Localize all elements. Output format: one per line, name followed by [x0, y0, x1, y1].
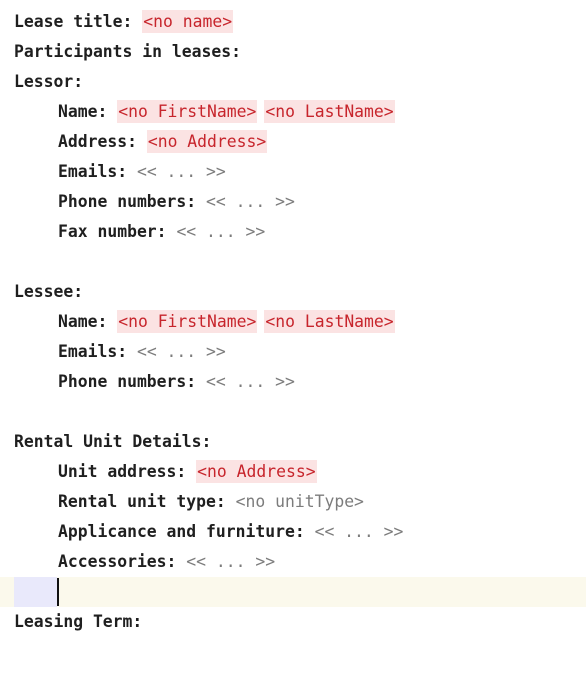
lessor-name-line: Name: <no FirstName> <no LastName> — [0, 97, 586, 127]
leasing-term-heading: Leasing Term: — [14, 612, 143, 631]
lease-editor[interactable]: Lease title: <no name> Participants in l… — [0, 7, 586, 637]
unit-type-line: Rental unit type: <no unitType> — [0, 487, 586, 517]
lessor-address-value[interactable]: <no Address> — [146, 130, 268, 153]
lessor-address-label: Address: — [58, 132, 137, 151]
participants-line: Participants in leases: — [0, 37, 586, 67]
lease-title-value[interactable]: <no name> — [142, 10, 234, 33]
lessor-fax-line: Fax number: << ... >> — [0, 217, 586, 247]
current-edit-line[interactable] — [0, 577, 586, 607]
lessee-emails-line: Emails: << ... >> — [0, 337, 586, 367]
leasing-term-heading-line: Leasing Term: — [0, 607, 586, 637]
lessee-name-label: Name: — [58, 312, 108, 331]
lease-title-label: Lease title: — [14, 12, 133, 31]
lessor-fax-label: Fax number: — [58, 222, 167, 241]
lessor-address-line: Address: <no Address> — [0, 127, 586, 157]
lessee-phones-label: Phone numbers: — [58, 372, 197, 391]
rental-unit-heading-line: Rental Unit Details: — [0, 427, 586, 457]
lessee-last-name-value[interactable]: <no LastName> — [264, 310, 395, 333]
accessories-line: Accessories: << ... >> — [0, 547, 586, 577]
accessories-label: Accessories: — [58, 552, 177, 571]
unit-address-value[interactable]: <no Address> — [196, 460, 317, 483]
lessor-last-name-value[interactable]: <no LastName> — [264, 100, 395, 123]
lessee-emails-value[interactable]: << ... >> — [137, 342, 226, 361]
lessor-emails-line: Emails: << ... >> — [0, 157, 586, 187]
lessee-phones-line: Phone numbers: << ... >> — [0, 367, 586, 397]
lessor-first-name-value[interactable]: <no FirstName> — [117, 100, 258, 123]
appliances-label: Applicance and furniture: — [58, 522, 305, 541]
appliances-value[interactable]: << ... >> — [315, 522, 404, 541]
accessories-value[interactable]: << ... >> — [186, 552, 275, 571]
lessor-heading: Lessor: — [14, 72, 84, 91]
rental-unit-heading: Rental Unit Details: — [14, 432, 212, 451]
lessee-heading-line: Lessee: — [0, 277, 586, 307]
unit-type-label: Rental unit type: — [58, 492, 226, 511]
lessor-emails-label: Emails: — [58, 162, 128, 181]
lessor-name-label: Name: — [58, 102, 108, 121]
text-caret — [57, 578, 59, 606]
lessee-first-name-value[interactable]: <no FirstName> — [117, 310, 258, 333]
lessor-phones-line: Phone numbers: << ... >> — [0, 187, 586, 217]
lessor-heading-line: Lessor: — [0, 67, 586, 97]
unit-address-label: Unit address: — [58, 462, 187, 481]
lessor-emails-value[interactable]: << ... >> — [137, 162, 226, 181]
lessor-phones-label: Phone numbers: — [58, 192, 197, 211]
lessor-fax-value[interactable]: << ... >> — [176, 222, 265, 241]
current-line-indent-marker — [14, 577, 57, 607]
lessee-emails-label: Emails: — [58, 342, 128, 361]
unit-type-value[interactable]: <no unitType> — [236, 492, 364, 511]
appliances-line: Applicance and furniture: << ... >> — [0, 517, 586, 547]
participants-label: Participants in leases: — [14, 42, 241, 61]
lessee-name-line: Name: <no FirstName> <no LastName> — [0, 307, 586, 337]
lessee-phones-value[interactable]: << ... >> — [206, 372, 295, 391]
unit-address-line: Unit address: <no Address> — [0, 457, 586, 487]
lessee-heading: Lessee: — [14, 282, 84, 301]
lessor-phones-value[interactable]: << ... >> — [206, 192, 295, 211]
lease-title-line: Lease title: <no name> — [0, 7, 586, 37]
